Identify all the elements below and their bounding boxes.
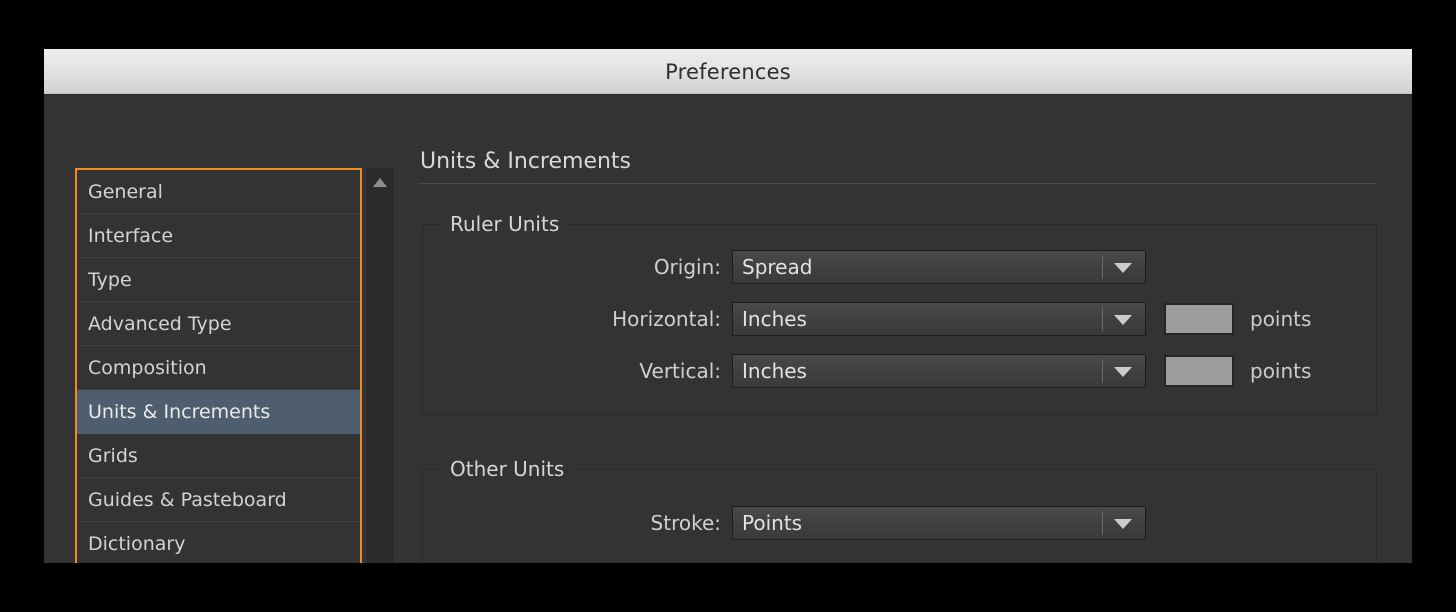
sidebar-item-composition[interactable]: Composition <box>77 346 360 390</box>
sidebar-item-label: General <box>88 181 163 203</box>
ruler-units-legend: Ruler Units <box>441 212 568 236</box>
combo-separator <box>1102 359 1103 383</box>
vertical-unit-label: points <box>1250 359 1311 383</box>
sidebar-item-label: Grids <box>88 445 138 467</box>
horizontal-label: Horizontal: <box>549 307 732 331</box>
vertical-points-input[interactable] <box>1164 355 1234 387</box>
origin-dropdown[interactable]: Spread <box>732 250 1146 284</box>
sidebar-item-grids[interactable]: Grids <box>77 434 360 478</box>
chevron-down-icon <box>1114 263 1132 273</box>
sidebar-item-advanced-type[interactable]: Advanced Type <box>77 302 360 346</box>
horizontal-points-input[interactable] <box>1164 303 1234 335</box>
ruler-units-group: Ruler Units Origin: Spread Horizontal: I… <box>422 224 1377 415</box>
combo-separator <box>1102 255 1103 279</box>
sidebar-item-units-and-increments[interactable]: Units & Increments <box>77 390 360 434</box>
chevron-down-icon <box>1114 367 1132 377</box>
sidebar-item-guides-and-pasteboard[interactable]: Guides & Pasteboard <box>77 478 360 522</box>
horizontal-value: Inches <box>733 307 807 331</box>
sidebar-scrollbar[interactable] <box>367 168 393 563</box>
vertical-value: Inches <box>733 359 807 383</box>
sidebar-item-dictionary[interactable]: Dictionary <box>77 522 360 563</box>
combo-separator <box>1102 511 1103 535</box>
vertical-row: Vertical: Inches points <box>549 354 1311 388</box>
sidebar-item-label: Type <box>88 269 132 291</box>
sidebar-item-general[interactable]: General <box>77 170 360 214</box>
screen: Preferences General Interface Type Adva <box>0 0 1456 612</box>
page-title: Units & Increments <box>418 149 1378 174</box>
horizontal-row: Horizontal: Inches points <box>549 302 1311 336</box>
dialog-title: Preferences <box>665 60 791 84</box>
sidebar-item-label: Dictionary <box>88 533 185 555</box>
combo-separator <box>1102 307 1103 331</box>
preferences-panel: Units & Increments Ruler Units Origin: S… <box>418 149 1378 563</box>
vertical-dropdown[interactable]: Inches <box>732 354 1146 388</box>
sidebar: General Interface Type Advanced Type Com… <box>75 168 417 563</box>
dialog-titlebar: Preferences <box>44 49 1412 95</box>
horizontal-dropdown[interactable]: Inches <box>732 302 1146 336</box>
stroke-row: Stroke: Points <box>549 506 1146 540</box>
chevron-down-icon <box>1114 519 1132 529</box>
origin-label: Origin: <box>549 255 732 279</box>
stroke-label: Stroke: <box>549 511 732 535</box>
origin-row: Origin: Spread <box>549 250 1146 284</box>
stroke-value: Points <box>733 511 802 535</box>
sidebar-list[interactable]: General Interface Type Advanced Type Com… <box>75 168 362 563</box>
panel-divider <box>418 183 1376 184</box>
scrollbar-track[interactable] <box>368 195 392 563</box>
other-units-group: Other Units Stroke: Points <box>422 469 1377 563</box>
sidebar-item-type[interactable]: Type <box>77 258 360 302</box>
sidebar-item-label: Advanced Type <box>88 313 232 335</box>
horizontal-unit-label: points <box>1250 307 1311 331</box>
dialog-body: General Interface Type Advanced Type Com… <box>44 95 1412 563</box>
preferences-dialog: Preferences General Interface Type Adva <box>44 49 1412 563</box>
chevron-down-icon <box>1114 315 1132 325</box>
origin-value: Spread <box>733 255 812 279</box>
triangle-up-icon <box>373 178 387 187</box>
scroll-up-button[interactable] <box>368 169 392 195</box>
other-units-legend: Other Units <box>441 457 573 481</box>
stroke-dropdown[interactable]: Points <box>732 506 1146 540</box>
sidebar-item-label: Guides & Pasteboard <box>88 489 287 511</box>
sidebar-item-label: Composition <box>88 357 207 379</box>
vertical-label: Vertical: <box>549 359 732 383</box>
sidebar-item-label: Units & Increments <box>88 401 270 423</box>
sidebar-item-label: Interface <box>88 225 173 247</box>
sidebar-item-interface[interactable]: Interface <box>77 214 360 258</box>
